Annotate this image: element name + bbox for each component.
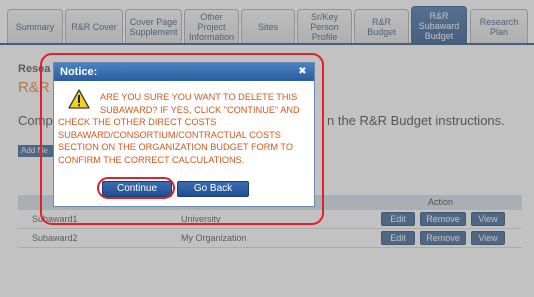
continue-highlight-outline bbox=[97, 177, 175, 199]
dialog-highlight-outline bbox=[40, 53, 324, 225]
